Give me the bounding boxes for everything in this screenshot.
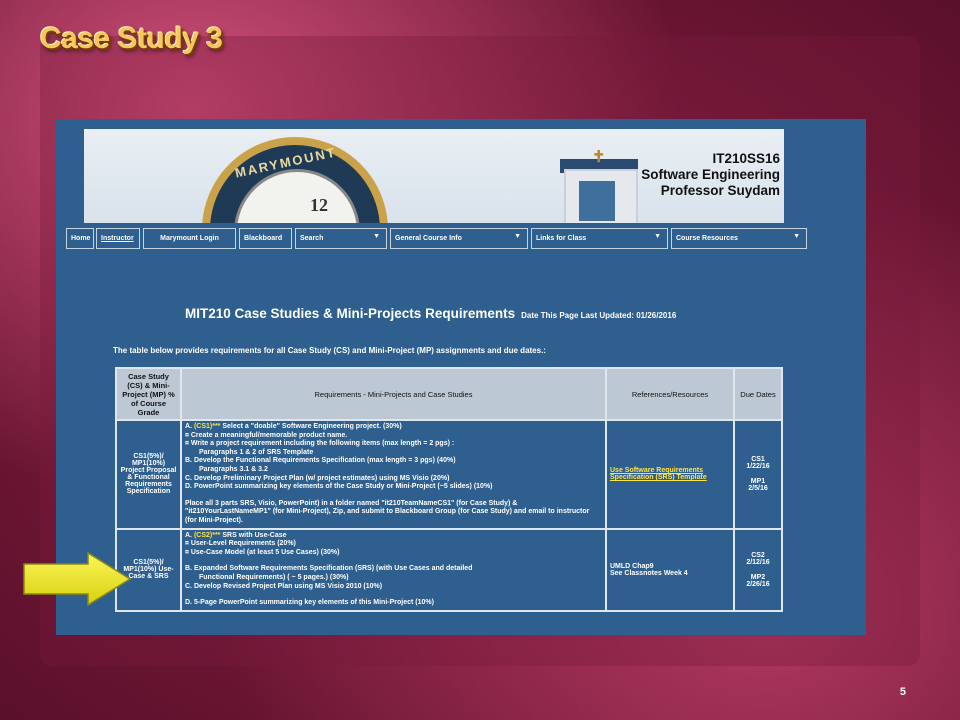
site-nav: Home Instructor Marymount Login Blackboa… (56, 228, 866, 251)
chevron-down-icon: ▼ (793, 233, 800, 240)
header-case-study: Case Study (CS) & Mini-Project (MP) % of… (117, 369, 180, 419)
course-name: Software Engineering (641, 167, 780, 182)
chevron-down-icon: ▼ (373, 233, 380, 240)
chevron-down-icon: ▼ (514, 233, 521, 240)
page-number: 5 (899, 686, 906, 698)
nav-general-course-info-dropdown[interactable]: General Course Info ▼ (390, 228, 528, 249)
nav-instructor-link[interactable]: Instructor (96, 228, 140, 249)
row1-references: Use Software Requirements Specification … (607, 421, 733, 528)
nav-blackboard-button[interactable]: Blackboard (239, 228, 292, 249)
course-banner: MARYMOUNT 12 ✝ IT210SS16 Software Engine… (84, 129, 784, 223)
header-references: References/Resources (607, 369, 733, 419)
table-row: CS1(5%)/ MP1(10%) Project Proposal & Fun… (117, 421, 781, 528)
cross-icon: ✝ (592, 149, 606, 166)
row2-references: UMLD Chap9 See Classnotes Week 4 (607, 529, 733, 610)
arrow-right-icon (23, 551, 132, 607)
professor-name: Professor Suydam (660, 183, 780, 198)
slide-title: Case Study 3 (40, 22, 223, 55)
intro-text: The table below provides requirements fo… (113, 346, 546, 355)
row2-due-dates: CS2 2/12/16 MP2 2/26/16 (735, 529, 781, 610)
nav-search-dropdown[interactable]: Search ▼ (295, 228, 387, 249)
nav-home-button[interactable]: Home (66, 228, 94, 249)
requirements-table: Case Study (CS) & Mini-Project (MP) % of… (115, 367, 783, 612)
nav-links-for-class-dropdown[interactable]: Links for Class ▼ (531, 228, 668, 249)
course-info: IT210SS16 Software Engineering Professor… (641, 151, 780, 199)
clock-number: 12 (310, 195, 328, 215)
chevron-down-icon: ▼ (654, 233, 661, 240)
table-header-row: Case Study (CS) & Mini-Project (MP) % of… (117, 369, 781, 419)
header-requirements: Requirements - Mini-Projects and Case St… (182, 369, 605, 419)
srs-template-link[interactable]: Use Software Requirements Specification … (610, 467, 707, 481)
row1-requirements: A. (CS1)*** Select a "doable" Software E… (182, 421, 605, 528)
embedded-webpage-screenshot: MARYMOUNT 12 ✝ IT210SS16 Software Engine… (56, 119, 866, 635)
table-row: CS1(5%)/ MP1(10%) Use-Case & SRS A. (CS2… (117, 529, 781, 610)
nav-marymount-login-button[interactable]: Marymount Login (143, 228, 236, 249)
row2-requirements: A. (CS2)*** SRS with Use-Case ¤ User-Lev… (182, 529, 605, 610)
course-code: IT210SS16 (712, 151, 780, 166)
row1-due-dates: CS1 1/22/16 MP1 2/5/16 (735, 421, 781, 528)
nav-course-resources-dropdown[interactable]: Course Resources ▼ (671, 228, 807, 249)
header-due-dates: Due Dates (735, 369, 781, 419)
page-heading: MIT210 Case Studies & Mini-Projects Requ… (185, 306, 677, 321)
last-updated: Date This Page Last Updated: 01/26/2016 (521, 311, 677, 320)
row1-case-study: CS1(5%)/ MP1(10%) Project Proposal & Fun… (117, 421, 180, 528)
